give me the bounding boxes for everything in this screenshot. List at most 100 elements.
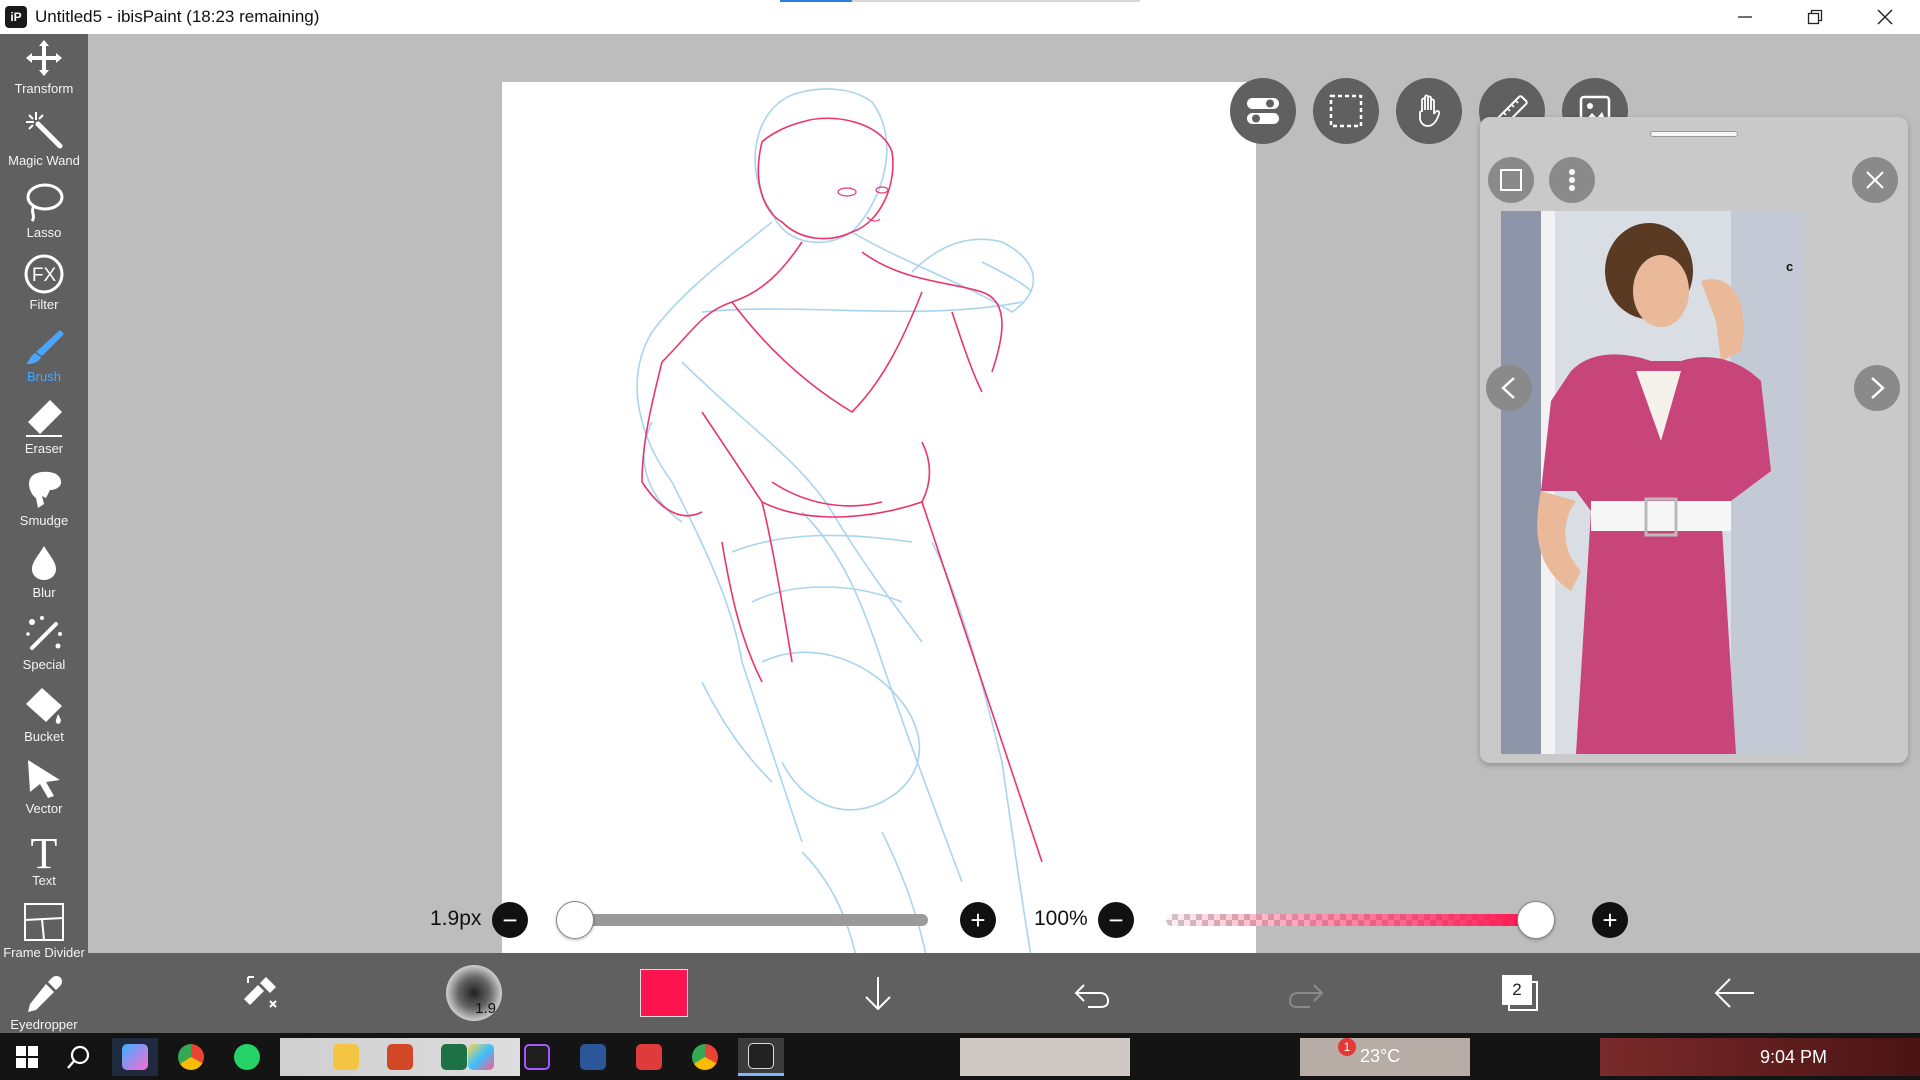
- opacity-increase-button[interactable]: +: [1592, 902, 1628, 938]
- tool-magic-wand[interactable]: Magic Wand: [0, 106, 88, 178]
- color-swatch: [640, 969, 688, 1017]
- taskbar-copilot[interactable]: [112, 1038, 158, 1076]
- taskbar-figma[interactable]: [514, 1038, 560, 1076]
- opacity-decrease-button[interactable]: −: [1098, 902, 1134, 938]
- brush-size-knob[interactable]: [556, 901, 595, 939]
- tool-bucket[interactable]: Bucket: [0, 682, 88, 754]
- opacity-slider[interactable]: [1166, 914, 1536, 926]
- restore-icon: [1807, 9, 1823, 25]
- chevron-left-icon: [1501, 377, 1515, 399]
- tool-label: Eyedropper: [10, 1017, 78, 1032]
- opacity-knob[interactable]: [1517, 901, 1555, 939]
- swap-icon: [244, 976, 277, 1008]
- brush-preview-label: 1.9: [475, 1000, 496, 1017]
- square-icon: [1500, 169, 1522, 191]
- powerpoint-icon: [387, 1044, 413, 1070]
- tool-blur[interactable]: Blur: [0, 538, 88, 610]
- tool-filter[interactable]: FX Filter: [0, 250, 88, 322]
- color-swatch-button[interactable]: [632, 961, 696, 1025]
- brush-size-increase-button[interactable]: +: [960, 902, 996, 938]
- tool-special[interactable]: Special: [0, 610, 88, 682]
- opacity-value: 100%: [1034, 907, 1088, 930]
- taskbar-chrome[interactable]: [168, 1038, 214, 1076]
- taskbar-game[interactable]: [626, 1038, 672, 1076]
- ibispaint-icon: [748, 1042, 774, 1069]
- selection-layer-button[interactable]: [1313, 78, 1379, 144]
- redo-icon: [1288, 984, 1324, 1008]
- tool-label: Smudge: [19, 513, 69, 528]
- taskbar-chrome-profile[interactable]: [682, 1038, 728, 1076]
- weather-text: 23°C: [1360, 1046, 1401, 1066]
- brush-preview: 1.9: [446, 965, 502, 1021]
- tool-label: Lasso: [26, 225, 62, 240]
- tool-lasso[interactable]: Lasso: [0, 178, 88, 250]
- window-title: Untitled5 - ibisPaint (18:23 remaining): [35, 7, 320, 26]
- chrome-icon: [692, 1044, 718, 1070]
- search-icon: [67, 1045, 90, 1069]
- hand-tool-button[interactable]: [1396, 78, 1462, 144]
- brush-size-slider[interactable]: [568, 914, 928, 926]
- restore-button[interactable]: [1780, 0, 1850, 34]
- tool-text[interactable]: T Text: [0, 826, 88, 898]
- drag-handle[interactable]: [1650, 131, 1738, 137]
- tool-frame-divider[interactable]: Frame Divider: [0, 898, 88, 970]
- ref-menu-button[interactable]: [1549, 157, 1595, 203]
- svg-text:T: T: [31, 829, 58, 872]
- vector-cursor-icon: [28, 760, 60, 798]
- bottom-toolbar: 1.9 2: [88, 953, 1920, 1033]
- tool-smudge[interactable]: Smudge: [0, 466, 88, 538]
- magic-wand-icon: [26, 112, 63, 149]
- tool-eyedropper[interactable]: Eyedropper: [0, 970, 88, 1042]
- smudge-icon: [29, 471, 62, 508]
- swap-tools-button[interactable]: [228, 961, 292, 1025]
- tool-label: Filter: [29, 297, 59, 312]
- chrome-icon: [178, 1044, 204, 1070]
- taskbar-word[interactable]: [570, 1038, 616, 1076]
- search-button[interactable]: [56, 1038, 102, 1076]
- redo-button[interactable]: [1274, 961, 1338, 1025]
- more-vertical-icon: [1569, 169, 1575, 191]
- tool-vector[interactable]: Vector: [0, 754, 88, 826]
- taskbar-ibispaint[interactable]: [738, 1038, 784, 1076]
- reference-window[interactable]: c: [1480, 117, 1908, 763]
- back-button[interactable]: [1702, 961, 1766, 1025]
- tool-label: Special: [22, 657, 66, 672]
- brush-icon: [26, 330, 64, 364]
- tool-label: Eraser: [24, 441, 64, 456]
- toggle-icon: [1247, 98, 1279, 124]
- clock-time: 9:04 PM: [1760, 1047, 1828, 1067]
- system-tray[interactable]: 9:04 PM: [1600, 1038, 1920, 1076]
- tool-label: Bucket: [24, 729, 64, 744]
- svg-text:c: c: [1786, 259, 1793, 274]
- brush-preview-button[interactable]: 1.9: [442, 961, 506, 1025]
- taskbar-paint[interactable]: [458, 1038, 504, 1076]
- minimize-button[interactable]: [1710, 0, 1780, 34]
- save-down-button[interactable]: [846, 961, 910, 1025]
- plus-icon: +: [1602, 905, 1618, 935]
- eraser-icon: [26, 400, 62, 437]
- tool-label: Blur: [32, 585, 56, 600]
- taskbar-whatsapp[interactable]: [224, 1038, 270, 1076]
- brush-slider-row: 1.9px − + 100% − +: [414, 890, 1714, 948]
- drawing-canvas[interactable]: [502, 82, 1256, 987]
- undo-button[interactable]: [1060, 961, 1124, 1025]
- close-window-button[interactable]: [1850, 0, 1920, 34]
- tool-transform[interactable]: Transform: [0, 34, 88, 106]
- brush-size-value: 1.9px: [430, 907, 482, 930]
- ref-close-button[interactable]: [1852, 157, 1898, 203]
- close-icon: [1866, 171, 1884, 189]
- taskbar-weather[interactable]: 1 23°C: [1300, 1038, 1470, 1076]
- sketch-drawing: [636, 88, 1043, 987]
- tool-brush[interactable]: Brush: [0, 322, 88, 394]
- brush-size-decrease-button[interactable]: −: [492, 902, 528, 938]
- tool-label: Vector: [25, 801, 63, 816]
- start-button[interactable]: [4, 1038, 50, 1076]
- chevron-right-icon: [1871, 377, 1885, 399]
- toggle-settings-button[interactable]: [1230, 78, 1296, 144]
- ref-prev-button[interactable]: [1486, 365, 1532, 411]
- layers-button[interactable]: 2: [1488, 961, 1552, 1025]
- ref-fit-button[interactable]: [1488, 157, 1534, 203]
- tool-eraser[interactable]: Eraser: [0, 394, 88, 466]
- lasso-icon: [26, 183, 64, 222]
- ref-next-button[interactable]: [1854, 365, 1900, 411]
